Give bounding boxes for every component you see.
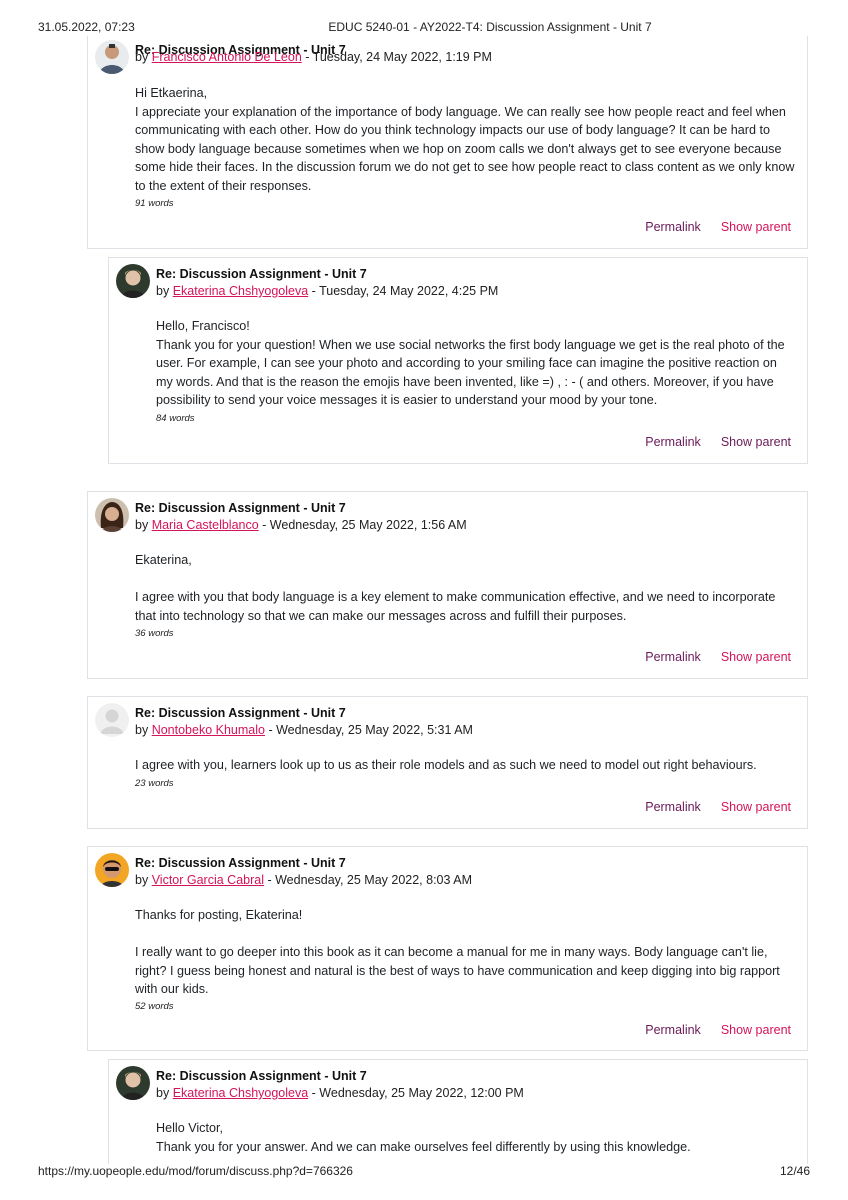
- post-paragraph: I really want to go deeper into this boo…: [135, 945, 780, 996]
- avatar[interactable]: [95, 703, 129, 737]
- post-subject: Re: Discussion Assignment - Unit 7: [135, 706, 346, 720]
- author-link[interactable]: Maria Castelblanco: [152, 518, 259, 532]
- post-content: Hello, Francisco! Thank you for your que…: [156, 317, 795, 410]
- post-content: Ekaterina, I agree with you that body la…: [135, 551, 795, 625]
- post-actions: Permalink Show parent: [645, 220, 791, 234]
- post-byline: by Francisco Antonio De Leon - Tuesday, …: [135, 50, 492, 64]
- post-byline: by Nontobeko Khumalo - Wednesday, 25 May…: [135, 723, 473, 737]
- print-page-number: 12/46: [779, 1164, 810, 1178]
- by-label: by: [135, 518, 149, 532]
- forum-post: Re: Discussion Assignment - Unit 7 by Vi…: [87, 846, 808, 1051]
- by-label: by: [135, 50, 149, 64]
- forum-post: Re: Discussion Assignment - Unit 7 by No…: [87, 696, 808, 829]
- show-parent-link[interactable]: Show parent: [721, 800, 791, 814]
- author-link[interactable]: Nontobeko Khumalo: [152, 723, 265, 737]
- word-count: 91 words: [135, 198, 174, 209]
- forum-post: Re: Discussion Assignment - Unit 7 by Ma…: [87, 491, 808, 679]
- post-actions: Permalink Show parent: [645, 650, 791, 664]
- post-date: - Wednesday, 25 May 2022, 1:56 AM: [258, 518, 467, 532]
- post-paragraph: I agree with you that body language is a…: [135, 590, 776, 623]
- post-paragraph: I appreciate your explanation of the imp…: [135, 104, 795, 193]
- post-subject: Re: Discussion Assignment - Unit 7: [135, 856, 346, 870]
- permalink-link[interactable]: Permalink: [645, 650, 701, 664]
- show-parent-link[interactable]: Show parent: [721, 650, 791, 664]
- word-count: 36 words: [135, 628, 174, 639]
- author-link[interactable]: Victor Garcia Cabral: [152, 873, 264, 887]
- post-byline: by Ekaterina Chshyogoleva - Tuesday, 24 …: [156, 284, 498, 298]
- avatar[interactable]: [95, 853, 129, 887]
- word-count: 52 words: [135, 1001, 174, 1012]
- by-label: by: [135, 873, 149, 887]
- post-actions: Permalink Show parent: [645, 1023, 791, 1037]
- post-paragraph: Hi Etkaerina,: [135, 86, 208, 100]
- permalink-link[interactable]: Permalink: [645, 1023, 701, 1037]
- show-parent-link[interactable]: Show parent: [721, 220, 791, 234]
- avatar[interactable]: [116, 1066, 150, 1100]
- show-parent-link[interactable]: Show parent: [721, 1023, 791, 1037]
- post-paragraph: Thanks for posting, Ekaterina!: [135, 908, 303, 922]
- print-header: 31.05.2022, 07:23 EDUC 5240-01 - AY2022-…: [0, 20, 848, 36]
- author-link[interactable]: Francisco Antonio De Leon: [152, 50, 302, 64]
- post-date: - Wednesday, 25 May 2022, 12:00 PM: [308, 1086, 524, 1100]
- post-subject: Re: Discussion Assignment - Unit 7: [135, 501, 346, 515]
- post-subject: Re: Discussion Assignment - Unit 7: [156, 267, 367, 281]
- post-date: - Tuesday, 24 May 2022, 4:25 PM: [308, 284, 499, 298]
- permalink-link[interactable]: Permalink: [645, 435, 701, 449]
- post-paragraph: I agree with you, learners look up to us…: [135, 758, 757, 772]
- post-actions: Permalink Show parent: [645, 435, 791, 449]
- show-parent-link[interactable]: Show parent: [721, 435, 791, 449]
- permalink-link[interactable]: Permalink: [645, 800, 701, 814]
- post-byline: by Victor Garcia Cabral - Wednesday, 25 …: [135, 873, 472, 887]
- post-date: - Tuesday, 24 May 2022, 1:19 PM: [301, 50, 492, 64]
- author-link[interactable]: Ekaterina Chshyogoleva: [173, 284, 309, 298]
- post-paragraph: Hello Victor,: [156, 1121, 223, 1135]
- post-paragraph: Thank you for your answer. And we can ma…: [156, 1139, 691, 1154]
- post-subject: Re: Discussion Assignment - Unit 7: [156, 1069, 367, 1083]
- post-actions: Permalink Show parent: [645, 800, 791, 814]
- author-link[interactable]: Ekaterina Chshyogoleva: [173, 1086, 309, 1100]
- avatar[interactable]: [95, 498, 129, 532]
- word-count: 23 words: [135, 778, 174, 789]
- post-byline: by Ekaterina Chshyogoleva - Wednesday, 2…: [156, 1086, 524, 1100]
- avatar[interactable]: [95, 40, 129, 74]
- print-url: https://my.uopeople.edu/mod/forum/discus…: [38, 1164, 353, 1178]
- forum-post: Re: Discussion Assignment - Unit 7 by Ek…: [108, 1059, 808, 1164]
- post-paragraph: Hello, Francisco!: [156, 319, 250, 333]
- post-date: - Wednesday, 25 May 2022, 8:03 AM: [264, 873, 472, 887]
- post-paragraph: [135, 925, 795, 944]
- by-label: by: [156, 284, 170, 298]
- post-paragraph: Ekaterina,: [135, 553, 192, 567]
- post-byline: by Maria Castelblanco - Wednesday, 25 Ma…: [135, 518, 467, 532]
- print-title: EDUC 5240-01 - AY2022-T4: Discussion Ass…: [328, 20, 652, 34]
- post-paragraph: Thank you for your question! When we use…: [156, 337, 785, 408]
- by-label: by: [156, 1086, 170, 1100]
- post-content: I agree with you, learners look up to us…: [135, 756, 795, 775]
- post-date: - Wednesday, 25 May 2022, 5:31 AM: [264, 723, 473, 737]
- by-label: by: [135, 723, 149, 737]
- post-paragraph: [135, 570, 795, 589]
- forum-post: Re: Discussion Assignment - Unit 7 by Fr…: [87, 36, 808, 249]
- post-content: Thanks for posting, Ekaterina! I really …: [135, 906, 795, 999]
- post-content: Hello Victor, Thank you for your answer.…: [156, 1119, 795, 1156]
- forum-post: Re: Discussion Assignment - Unit 7 by Ek…: [108, 257, 808, 464]
- word-count: 84 words: [156, 413, 195, 424]
- permalink-link[interactable]: Permalink: [645, 220, 701, 234]
- avatar[interactable]: [116, 264, 150, 298]
- post-content: Hi Etkaerina, I appreciate your explanat…: [135, 84, 795, 195]
